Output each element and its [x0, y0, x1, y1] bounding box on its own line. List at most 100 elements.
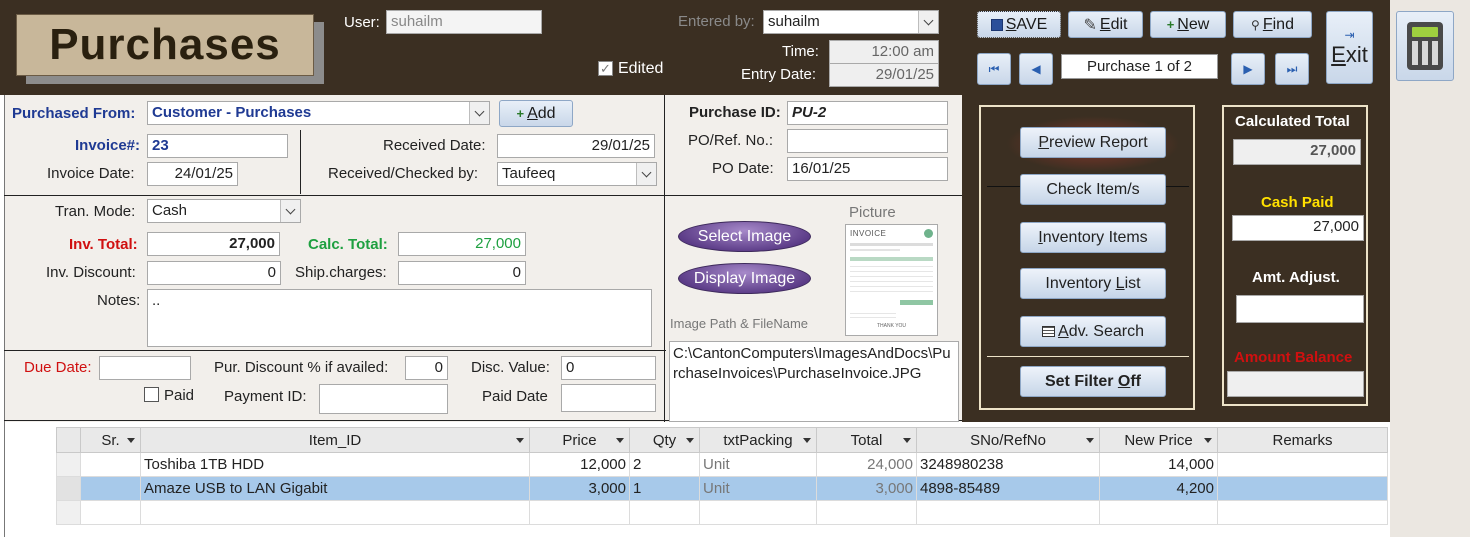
- sort-arrow-icon[interactable]: [903, 438, 911, 443]
- cell-item-id[interactable]: Amaze USB to LAN Gigabit: [140, 476, 530, 501]
- payment-id-field[interactable]: [319, 384, 448, 414]
- display-image-button[interactable]: Display Image: [678, 263, 811, 294]
- empty-cell[interactable]: [816, 500, 917, 525]
- column-header[interactable]: Qty: [629, 427, 700, 453]
- chevron-down-icon[interactable]: [918, 11, 938, 33]
- cash-paid-field[interactable]: 27,000: [1232, 215, 1364, 241]
- select-image-button[interactable]: Select Image: [678, 221, 811, 252]
- check-items-button[interactable]: Check Item/s: [1020, 174, 1166, 205]
- cell-price[interactable]: 12,000: [529, 452, 630, 477]
- preview-report-button[interactable]: Preview Report: [1020, 127, 1166, 158]
- sort-arrow-icon[interactable]: [516, 438, 524, 443]
- empty-cell[interactable]: [629, 500, 700, 525]
- column-header[interactable]: Sr.: [80, 427, 141, 453]
- new-record-icon: +: [1166, 17, 1175, 32]
- cell-sno[interactable]: 3248980238: [916, 452, 1100, 477]
- add-supplier-button[interactable]: + Add: [499, 100, 573, 127]
- purchase-id-field[interactable]: PU-2: [787, 101, 948, 125]
- next-record-button[interactable]: ▶: [1231, 53, 1265, 85]
- row-selector[interactable]: [56, 500, 81, 525]
- due-date-field[interactable]: [99, 356, 191, 380]
- cell-remarks[interactable]: [1217, 452, 1388, 477]
- new-button[interactable]: + New: [1150, 11, 1226, 38]
- inventory-list-button[interactable]: Inventory List: [1020, 268, 1166, 299]
- paid-checkbox[interactable]: [144, 387, 159, 402]
- image-path-field[interactable]: C:\CantonComputers\ImagesAndDocs\Purchas…: [669, 341, 959, 422]
- select-all-corner[interactable]: [56, 427, 81, 453]
- last-record-button[interactable]: ⏭: [1275, 53, 1309, 85]
- invoice-thumbnail[interactable]: INVOICE THANK YOU: [845, 224, 938, 336]
- set-filter-off-button[interactable]: Set Filter Off: [1020, 366, 1166, 397]
- cell-sr[interactable]: [80, 476, 141, 501]
- inv-total-field[interactable]: 27,000: [147, 232, 280, 256]
- entered-by-field[interactable]: suhailm: [763, 10, 939, 34]
- empty-cell[interactable]: [916, 500, 1100, 525]
- empty-cell[interactable]: [529, 500, 630, 525]
- inventory-items-button[interactable]: Inventory Items: [1020, 222, 1166, 253]
- column-header[interactable]: txtPacking: [699, 427, 817, 453]
- first-record-button[interactable]: ⏮: [977, 53, 1011, 85]
- column-header[interactable]: New Price: [1099, 427, 1218, 453]
- invoice-no-field[interactable]: 23: [147, 134, 288, 158]
- cell-sr[interactable]: [80, 452, 141, 477]
- cell-item-id[interactable]: Toshiba 1TB HDD: [140, 452, 530, 477]
- inv-discount-field[interactable]: 0: [147, 261, 281, 285]
- row-selector[interactable]: [56, 452, 81, 477]
- cell-qty[interactable]: 1: [629, 476, 700, 501]
- cell-new-price[interactable]: 4,200: [1099, 476, 1218, 501]
- calculator-button[interactable]: [1396, 11, 1454, 81]
- column-header[interactable]: SNo/RefNo: [916, 427, 1100, 453]
- received-date-field[interactable]: 29/01/25: [497, 134, 655, 158]
- paid-date-field[interactable]: [561, 384, 656, 412]
- empty-cell[interactable]: [140, 500, 530, 525]
- empty-cell[interactable]: [1217, 500, 1388, 525]
- received-by-field[interactable]: Taufeeq: [497, 162, 657, 186]
- cell-qty[interactable]: 2: [629, 452, 700, 477]
- previous-record-button[interactable]: ◀: [1019, 53, 1053, 85]
- table-row[interactable]: Amaze USB to LAN Gigabit 3,000 1 Unit 3,…: [56, 476, 1388, 501]
- cell-sno[interactable]: 4898-85489: [916, 476, 1100, 501]
- invoice-date-field[interactable]: 24/01/25: [147, 162, 238, 186]
- find-button[interactable]: ⚲ Find: [1233, 11, 1312, 38]
- sort-arrow-icon[interactable]: [127, 438, 135, 443]
- po-date-field[interactable]: 16/01/25: [787, 157, 948, 181]
- cell-price[interactable]: 3,000: [529, 476, 630, 501]
- empty-cell[interactable]: [1099, 500, 1218, 525]
- column-header[interactable]: Remarks: [1217, 427, 1388, 453]
- image-path-label: Image Path & FileName: [670, 316, 809, 331]
- pur-discount-field[interactable]: 0: [405, 356, 448, 380]
- row-selector[interactable]: [56, 476, 81, 501]
- notes-field[interactable]: ..: [147, 289, 652, 347]
- disc-value-field[interactable]: 0: [561, 356, 656, 380]
- adv-search-button[interactable]: Adv. Search: [1020, 316, 1166, 347]
- ship-charges-field[interactable]: 0: [398, 261, 526, 285]
- disc-value-label: Disc. Value:: [471, 359, 550, 376]
- cell-remarks[interactable]: [1217, 476, 1388, 501]
- amt-adjust-field[interactable]: [1236, 295, 1364, 323]
- cell-packing[interactable]: Unit: [699, 476, 817, 501]
- cell-packing[interactable]: Unit: [699, 452, 817, 477]
- save-button[interactable]: SAVE: [977, 11, 1061, 38]
- po-ref-field[interactable]: [787, 129, 948, 153]
- tran-mode-field[interactable]: Cash: [147, 199, 301, 223]
- cell-new-price[interactable]: 14,000: [1099, 452, 1218, 477]
- edited-checkbox[interactable]: ✓: [598, 61, 613, 76]
- sort-arrow-icon[interactable]: [1086, 438, 1094, 443]
- empty-cell[interactable]: [80, 500, 141, 525]
- sort-arrow-icon[interactable]: [686, 438, 694, 443]
- table-row[interactable]: Toshiba 1TB HDD 12,000 2 Unit 24,000 324…: [56, 452, 1388, 477]
- exit-button[interactable]: ⇥ Exit: [1326, 11, 1373, 84]
- sort-arrow-icon[interactable]: [616, 438, 624, 443]
- chevron-down-icon[interactable]: [636, 163, 656, 185]
- empty-cell[interactable]: [699, 500, 817, 525]
- edit-button[interactable]: ✎ Edit: [1068, 11, 1143, 38]
- chevron-down-icon[interactable]: [469, 102, 489, 124]
- sort-arrow-icon[interactable]: [1204, 438, 1212, 443]
- purchased-from-field[interactable]: Customer - Purchases: [147, 101, 490, 125]
- column-header[interactable]: Price: [529, 427, 630, 453]
- column-header[interactable]: Item_ID: [140, 427, 530, 453]
- new-record-row[interactable]: [56, 500, 1388, 525]
- chevron-down-icon[interactable]: [280, 200, 300, 222]
- column-header[interactable]: Total: [816, 427, 917, 453]
- sort-arrow-icon[interactable]: [803, 438, 811, 443]
